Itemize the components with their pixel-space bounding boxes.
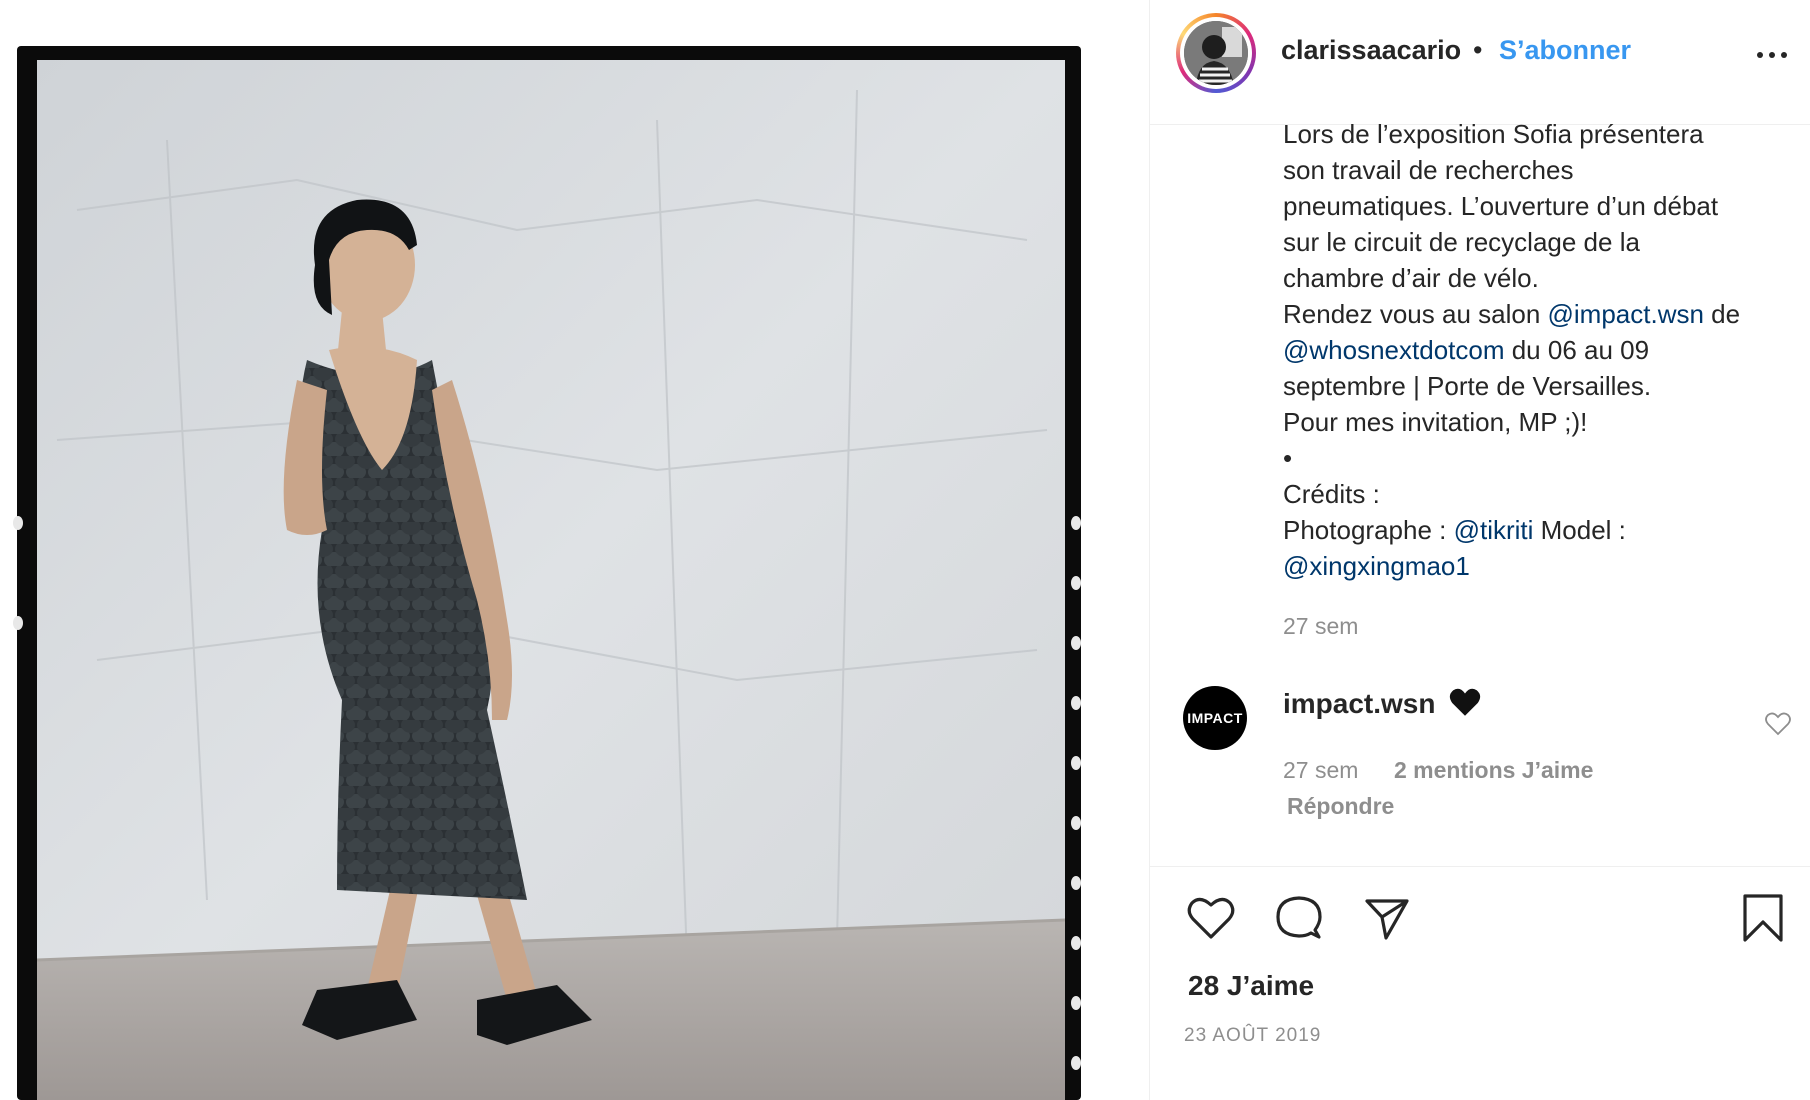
post-date[interactable]: 23 AOÛT 2019 [1184,1025,1321,1047]
caption-bullet: • [1283,443,1293,473]
bookmark-icon[interactable] [1738,893,1788,943]
avatar-photo-icon [1184,21,1248,85]
comment-likes-count[interactable]: 2 mentions J’aime [1394,757,1593,784]
film-notch [1071,1056,1081,1070]
reply-button[interactable]: Répondre [1287,793,1394,820]
film-notch [1071,516,1081,530]
mention-link[interactable]: @tikriti [1454,515,1534,545]
caption-line: Lors de l’exposition Sofia présentera [1283,124,1704,149]
comment-icon[interactable] [1274,893,1324,943]
likes-count[interactable]: 28 J’aime [1188,970,1314,1002]
caption-line: sur le circuit de recyclage de la [1283,227,1640,257]
comment-username[interactable]: impact.wsn [1283,688,1435,720]
post-image-frame[interactable] [13,46,1081,1100]
comment-avatar[interactable]: IMPACT [1183,686,1247,750]
mention-link[interactable]: @xingxingmao1 [1283,551,1470,581]
film-notch [1071,636,1081,650]
caption-timestamp[interactable]: 27 sem [1283,613,1358,640]
film-notch [13,616,23,630]
fashion-photo-illustration [37,60,1065,1100]
caption-line: son travail de recherches [1283,155,1574,185]
film-notch [1071,996,1081,1010]
caption-line: Crédits : [1283,479,1380,509]
like-comment-icon[interactable] [1765,712,1791,736]
more-options-icon[interactable] [1754,40,1790,66]
post-image[interactable] [37,60,1065,1100]
comment-timestamp[interactable]: 27 sem [1283,757,1358,784]
mention-link[interactable]: @whosnextdotcom [1283,335,1505,365]
caption-line: Rendez vous au salon @impact.wsn de [1283,299,1741,329]
caption-scroll-area[interactable]: Lors de l’exposition Sofia présentera so… [1150,124,1810,624]
caption-line: Photographe : @tikriti Model : [1283,515,1626,545]
follow-button[interactable]: S’abonner [1499,35,1631,66]
caption-line: Pour mes invitation, MP ;)! [1283,407,1588,437]
post-header: clarissaacario • S’abonner [1150,0,1810,125]
post-username[interactable]: clarissaacario [1281,35,1461,66]
caption-line: pneumatiques. L’ouverture d’un débat [1283,191,1719,221]
film-notch [1071,756,1081,770]
mention-link[interactable]: @impact.wsn [1548,299,1704,329]
film-notch [1071,876,1081,890]
caption-line: @xingxingmao1 [1283,548,1793,584]
black-heart-icon [1449,688,1481,716]
film-notch [1071,936,1081,950]
story-ring[interactable] [1176,13,1256,93]
film-notch [1071,696,1081,710]
caption-line: chambre d’air de vélo. [1283,263,1539,293]
film-notch [1071,816,1081,830]
divider [1150,866,1810,867]
header-separator: • [1473,35,1483,65]
film-notch [13,516,23,530]
post-side-panel: clarissaacario • S’abonner Lors de l’exp… [1149,0,1810,1100]
post-caption: Lors de l’exposition Sofia présentera so… [1283,124,1793,584]
heart-icon[interactable] [1186,893,1236,943]
post-photo-pane [0,0,1149,1100]
caption-line: @whosnextdotcom du 06 au 09 [1283,335,1650,365]
film-notch [1071,576,1081,590]
share-icon[interactable] [1362,893,1412,943]
avatar[interactable] [1184,21,1248,85]
caption-line: septembre | Porte de Versailles. [1283,371,1652,401]
